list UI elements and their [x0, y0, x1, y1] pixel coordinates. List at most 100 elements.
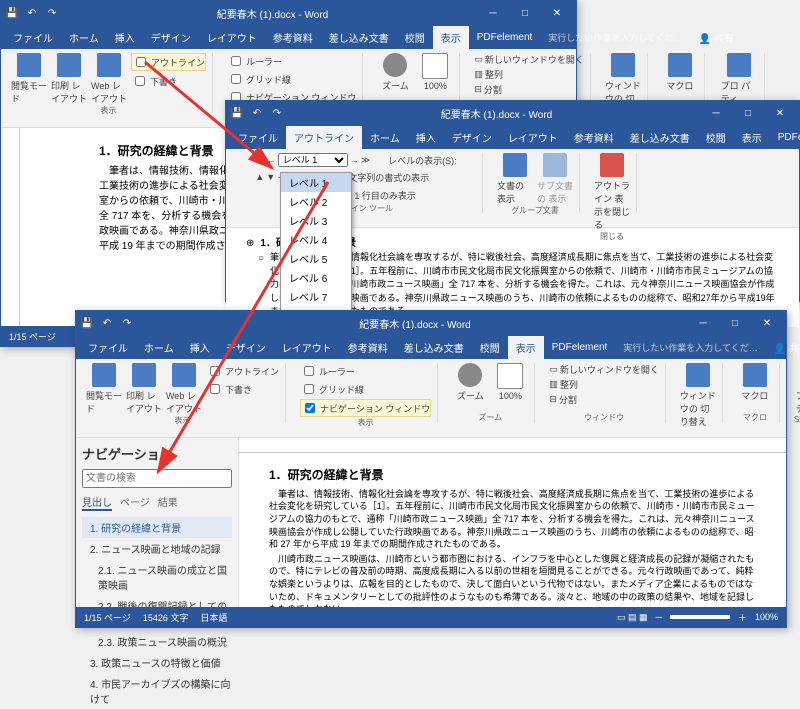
- save-icon[interactable]: 💾: [230, 106, 244, 120]
- save-icon[interactable]: 💾: [80, 316, 94, 330]
- nav-item[interactable]: 1. 研究の経緯と背景: [82, 517, 232, 538]
- outline-checkbox[interactable]: アウトライン: [206, 363, 279, 379]
- tab-layout[interactable]: レイアウト: [274, 336, 340, 359]
- tab-mailings[interactable]: 差し込み文書: [321, 26, 397, 49]
- switch-window-button[interactable]: ウィンドウの 切り替え: [680, 363, 716, 428]
- redo-icon[interactable]: ↷: [120, 316, 134, 330]
- draft-checkbox[interactable]: 下書き: [206, 381, 279, 397]
- nav-tab-headings[interactable]: 見出し: [82, 494, 112, 511]
- minimize-icon[interactable]: ─: [701, 103, 731, 123]
- tab-outline[interactable]: アウトライン: [286, 126, 362, 149]
- tab-mailings[interactable]: 差し込み文書: [396, 336, 472, 359]
- draft-checkbox[interactable]: 下書き: [131, 73, 206, 89]
- tab-design[interactable]: デザイン: [218, 336, 274, 359]
- nav-item[interactable]: 2.3. 政策ニュース映画の概況: [82, 631, 232, 652]
- tab-references[interactable]: 参考資料: [566, 126, 622, 149]
- horizontal-ruler[interactable]: [239, 438, 786, 453]
- close-icon[interactable]: ✕: [542, 3, 572, 23]
- maximize-icon[interactable]: □: [720, 313, 750, 333]
- tab-home[interactable]: ホーム: [362, 126, 408, 149]
- document-pane[interactable]: 1．研究の経緯と背景 筆者は、情報技術、情報化社会論を専攻するが、特に戦後社会、…: [239, 438, 786, 616]
- move-up-icon[interactable]: ▲: [255, 172, 264, 182]
- ruler-checkbox[interactable]: ルーラー: [227, 53, 356, 69]
- new-window-button[interactable]: ▭ 新しいウィンドウを開く: [474, 53, 584, 66]
- promote-top-icon[interactable]: ≪: [255, 155, 264, 166]
- zoom-level[interactable]: 100%: [755, 612, 778, 622]
- share-button[interactable]: 👤 共有: [691, 26, 742, 49]
- split-button[interactable]: ⊟ 分割: [474, 83, 584, 96]
- zoom-button[interactable]: ズーム: [377, 53, 413, 92]
- nav-tab-pages[interactable]: ページ: [120, 494, 150, 511]
- zoom-out-icon[interactable]: ─: [656, 612, 662, 622]
- page-status[interactable]: 1/15 ページ: [84, 611, 131, 624]
- split-button[interactable]: ⊟ 分割: [549, 393, 659, 406]
- level-select[interactable]: レベル 1: [278, 153, 348, 167]
- move-down-icon[interactable]: ▼: [266, 172, 275, 182]
- tab-references[interactable]: 参考資料: [340, 336, 396, 359]
- tab-layout[interactable]: レイアウト: [199, 26, 265, 49]
- tab-view[interactable]: 表示: [508, 336, 544, 359]
- level-option[interactable]: レベル 1: [281, 173, 351, 192]
- nav-item[interactable]: 3. 政策ニュースの特徴と価値: [82, 652, 232, 673]
- level-option[interactable]: レベル 2: [281, 192, 351, 211]
- nav-item[interactable]: 2. ニュース映画と地域の記録: [82, 538, 232, 559]
- tab-references[interactable]: 参考資料: [265, 26, 321, 49]
- outline-checkbox[interactable]: アウトライン: [131, 53, 206, 71]
- tab-design[interactable]: デザイン: [143, 26, 199, 49]
- close-icon[interactable]: ✕: [765, 103, 795, 123]
- tell-me[interactable]: 実行したい作業を入力してくだ…: [615, 337, 765, 358]
- nav-item[interactable]: 2.1. ニュース映画の成立と国策映画: [82, 559, 232, 595]
- share-button[interactable]: 👤 共有: [766, 336, 800, 359]
- demote-icon[interactable]: →: [350, 155, 359, 165]
- arrange-button[interactable]: ▥ 整列: [549, 378, 659, 391]
- gridlines-checkbox[interactable]: グリッド線: [227, 71, 356, 87]
- print-layout-button[interactable]: 印刷 レイアウト: [126, 363, 162, 415]
- level-option[interactable]: レベル 7: [281, 287, 351, 306]
- tab-file[interactable]: ファイル: [5, 26, 61, 49]
- outline-bullet-icon[interactable]: ⊕: [246, 236, 254, 251]
- tab-home[interactable]: ホーム: [136, 336, 182, 359]
- navpane-checkbox[interactable]: ナビゲーション ウィンドウ: [300, 399, 431, 417]
- demote-body-icon[interactable]: ≫: [361, 155, 370, 166]
- tell-me[interactable]: 実行したい作業を入力してくだ…: [540, 27, 690, 48]
- tab-insert[interactable]: 挿入: [408, 126, 444, 149]
- show-document-button[interactable]: 文書の 表示: [497, 153, 533, 205]
- minimize-icon[interactable]: ─: [688, 313, 718, 333]
- zoom-slider[interactable]: [670, 615, 730, 619]
- tab-mailings[interactable]: 差し込み文書: [622, 126, 698, 149]
- subdoc-button[interactable]: サブ文書の 表示: [537, 153, 573, 205]
- arrange-button[interactable]: ▥ 整列: [474, 68, 584, 81]
- tab-insert[interactable]: 挿入: [107, 26, 143, 49]
- tab-design[interactable]: デザイン: [444, 126, 500, 149]
- zoom-in-icon[interactable]: ＋: [738, 611, 747, 624]
- web-layout-button[interactable]: Web レイアウト: [166, 363, 202, 415]
- level-option[interactable]: レベル 4: [281, 230, 351, 249]
- nav-item[interactable]: 4. 市民アーカイブズの構築に向けて: [82, 673, 232, 709]
- minimize-icon[interactable]: ─: [478, 3, 508, 23]
- promote-icon[interactable]: ←: [267, 155, 276, 165]
- layout-icons[interactable]: ▭ ▤ ▦: [617, 612, 648, 623]
- maximize-icon[interactable]: □: [733, 103, 763, 123]
- tab-home[interactable]: ホーム: [61, 26, 107, 49]
- properties-button[interactable]: プロ パティ: [796, 363, 800, 415]
- level-option[interactable]: レベル 6: [281, 268, 351, 287]
- search-input[interactable]: [82, 469, 232, 488]
- level-option[interactable]: レベル 5: [281, 249, 351, 268]
- read-mode-button[interactable]: 閲覧モード: [86, 363, 122, 415]
- tab-pdf[interactable]: PDFelement: [469, 28, 541, 47]
- page-status[interactable]: 1/15 ページ: [9, 330, 56, 343]
- tab-view[interactable]: 表示: [433, 26, 469, 49]
- nav-tab-results[interactable]: 結果: [158, 494, 178, 511]
- redo-icon[interactable]: ↷: [45, 6, 59, 20]
- save-icon[interactable]: 💾: [5, 6, 19, 20]
- tab-review[interactable]: 校閲: [472, 336, 508, 359]
- word-count[interactable]: 15426 文字: [143, 611, 189, 624]
- tab-insert[interactable]: 挿入: [182, 336, 218, 359]
- close-outline-button[interactable]: アウトライン 表示を閉じる: [594, 153, 630, 231]
- language-status[interactable]: 日本語: [200, 611, 227, 624]
- tab-layout[interactable]: レイアウト: [500, 126, 566, 149]
- properties-button[interactable]: プロ パティ: [721, 53, 757, 105]
- read-mode-button[interactable]: 閲覧モード: [11, 53, 47, 105]
- undo-icon[interactable]: ↶: [100, 316, 114, 330]
- close-icon[interactable]: ✕: [752, 313, 782, 333]
